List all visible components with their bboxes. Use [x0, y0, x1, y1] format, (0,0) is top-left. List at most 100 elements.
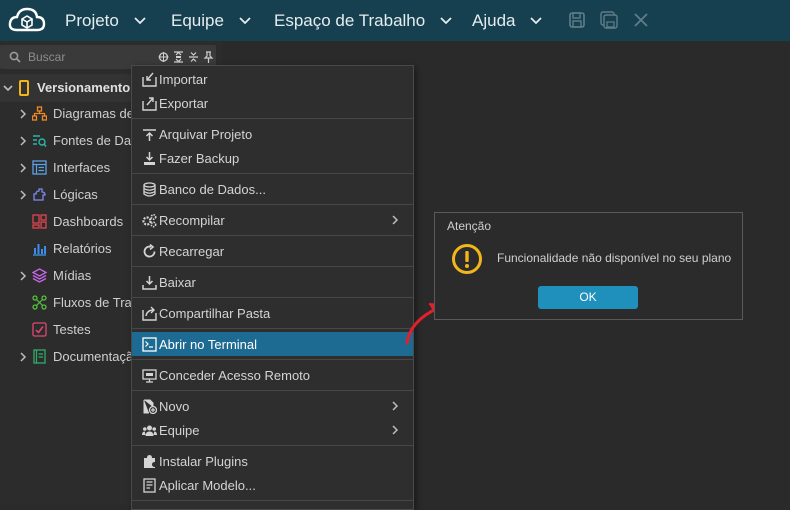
menu-equipe[interactable]: Equipe: [171, 0, 252, 41]
menu-item-label: Novo: [159, 399, 190, 414]
menu-espaco-de-trabalho[interactable]: Espaço de Trabalho: [274, 0, 453, 41]
menu-item-label: Compartilhar Pasta: [159, 306, 271, 321]
menu-separator: [132, 204, 413, 205]
menu-separator: [132, 266, 413, 267]
datasource-icon: [33, 135, 47, 147]
gears-icon: [142, 213, 157, 228]
tree-item-label: Fontes de Dad: [53, 133, 139, 148]
export-icon: [142, 97, 157, 111]
chevron-down-icon: [530, 16, 543, 24]
menu-item-fazer-backup[interactable]: Fazer Backup: [132, 146, 413, 170]
test-icon: [32, 322, 47, 337]
tree-item-label: Interfaces: [53, 160, 111, 175]
interface-icon: [32, 160, 47, 175]
download-icon: [142, 276, 157, 290]
chevron-right-icon[interactable]: [19, 108, 27, 120]
search-placeholder: Buscar: [28, 50, 66, 64]
menu-separator: [132, 390, 413, 391]
menu-item-label: Recompilar: [159, 213, 225, 228]
collapse-all-icon[interactable]: [188, 50, 199, 62]
search-icon: [9, 51, 21, 63]
menu-separator: [132, 173, 413, 174]
diagram-icon: [32, 106, 47, 121]
tree-item-label: Relatórios: [53, 241, 112, 256]
chevron-right-icon[interactable]: [19, 135, 27, 147]
menu-item-label: Recarregar: [159, 244, 225, 259]
menu-item-exportar[interactable]: Exportar: [132, 91, 413, 115]
chevron-down-icon: [239, 16, 251, 24]
import-icon: [142, 72, 157, 87]
database-icon: [143, 182, 156, 197]
menu-item-banco-de-dados[interactable]: Banco de Dados...: [132, 177, 413, 201]
pin-icon[interactable]: [203, 50, 214, 63]
chevron-right-icon: [392, 215, 399, 225]
expand-all-icon[interactable]: [173, 50, 184, 63]
menu-item-abrir-no-terminal[interactable]: Abrir no Terminal: [132, 332, 413, 356]
tree-item-label: Dashboards: [53, 214, 124, 229]
menu-item-label: Banco de Dados...: [159, 182, 266, 197]
backup-icon: [144, 152, 155, 165]
chevron-right-icon: [392, 401, 399, 411]
chevron-down-icon: [440, 16, 452, 24]
menu-item-label: Instalar Plugins: [159, 454, 248, 469]
menu-separator: [132, 445, 413, 446]
reload-icon: [143, 244, 156, 258]
tree-item-label: Documentação: [53, 349, 141, 364]
menu-separator: [132, 297, 413, 298]
save-icon[interactable]: [568, 11, 586, 29]
menu-item-label: Exportar: [159, 96, 209, 111]
chevron-down-icon: [134, 16, 146, 24]
chevron-right-icon[interactable]: [19, 351, 27, 363]
chevron-right-icon[interactable]: [19, 162, 27, 174]
menu-item-arquivar-projeto[interactable]: Arquivar Projeto: [132, 122, 413, 146]
cloud-logo-icon[interactable]: [7, 4, 47, 36]
menu-projeto-label: Projeto: [65, 10, 119, 30]
top-menu-bar: Projeto Equipe Espaço de Trabalho Ajuda: [0, 0, 790, 41]
chevron-right-icon: [392, 425, 399, 435]
menu-separator: [132, 500, 413, 501]
menu-item-recarregar[interactable]: Recarregar: [132, 239, 413, 263]
menu-item-novo[interactable]: Novo: [132, 394, 413, 418]
menu-ajuda[interactable]: Ajuda: [472, 0, 543, 41]
menu-espaco-label: Espaço de Trabalho: [274, 10, 426, 30]
menu-item-instalar-plugins[interactable]: Instalar Plugins: [132, 449, 413, 473]
menu-item-label: Aplicar Modelo...: [159, 478, 256, 493]
context-menu: Importar Exportar Arquivar Projeto Fazer…: [131, 65, 414, 510]
chevron-right-icon[interactable]: [19, 270, 27, 282]
report-icon: [33, 244, 46, 256]
menu-separator: [132, 118, 413, 119]
menu-item-importar[interactable]: Importar: [132, 67, 413, 91]
search-tools: [158, 50, 214, 63]
ok-button[interactable]: OK: [538, 286, 638, 309]
documentation-icon: [33, 349, 46, 364]
menu-item-label: Conceder Acesso Remoto: [159, 368, 311, 383]
share-folder-icon: [142, 306, 157, 321]
terminal-icon: [142, 337, 157, 352]
plugin-icon: [144, 455, 155, 468]
locate-icon[interactable]: [158, 50, 169, 62]
mobile-app-icon: [19, 80, 29, 96]
menu-item-conceder-acesso-remoto[interactable]: Conceder Acesso Remoto: [132, 363, 413, 387]
chevron-right-icon[interactable]: [19, 189, 27, 201]
tree-item-label: Lógicas: [53, 187, 98, 202]
menu-item-baixar[interactable]: Baixar: [132, 270, 413, 294]
save-all-icon[interactable]: [600, 11, 618, 29]
chevron-down-icon[interactable]: [3, 83, 13, 93]
menu-item-compartilhar-pasta[interactable]: Compartilhar Pasta: [132, 301, 413, 325]
menu-item-label: Equipe: [159, 423, 200, 438]
archive-icon: [143, 129, 156, 141]
menu-item-recompilar[interactable]: Recompilar: [132, 208, 413, 232]
remote-access-icon: [142, 369, 157, 383]
dialog-message: Funcionalidade não disponível no seu pla…: [497, 251, 732, 265]
close-icon[interactable]: [632, 11, 650, 29]
menu-item-label: Baixar: [159, 275, 196, 290]
menu-item-equipe[interactable]: Equipe: [132, 418, 413, 442]
menu-ajuda-label: Ajuda: [472, 10, 516, 30]
warning-icon: [452, 244, 482, 274]
menu-projeto[interactable]: Projeto: [65, 0, 147, 41]
menu-item-label: Arquivar Projeto: [159, 127, 253, 142]
template-icon: [143, 478, 156, 493]
tree-item-label: Fluxos de Trab: [53, 295, 139, 310]
menu-item-aplicar-modelo[interactable]: Aplicar Modelo...: [132, 473, 413, 497]
flow-icon: [32, 295, 47, 310]
